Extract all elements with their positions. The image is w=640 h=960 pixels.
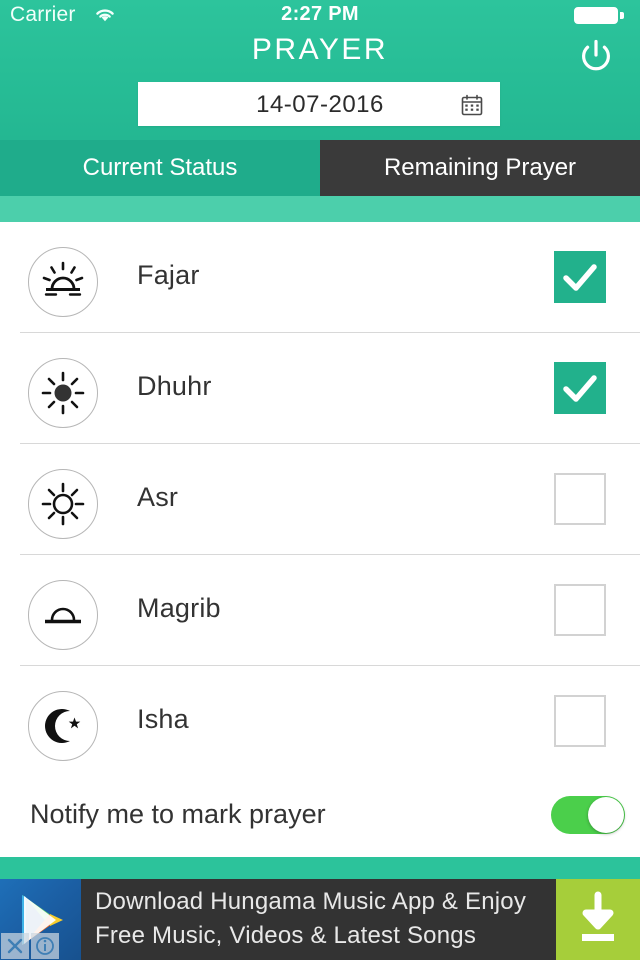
tab-bar: Current Status Remaining Prayer (0, 140, 640, 196)
ad-text: Download Hungama Music App & Enjoy Free … (95, 885, 535, 953)
clock-label: 2:27 PM (281, 3, 359, 25)
sun-filled-icon (28, 358, 98, 428)
tab-current-status[interactable]: Current Status (0, 140, 320, 196)
prayer-name: Asr (137, 482, 179, 512)
prayer-checkbox-dhuhr[interactable] (554, 362, 606, 414)
page-title: PRAYER (251, 33, 389, 66)
table-row[interactable]: Isha (0, 666, 640, 777)
table-row[interactable]: Dhuhr (0, 333, 640, 444)
ad-banner[interactable]: Download Hungama Music App & Enjoy Free … (0, 879, 640, 960)
calendar-icon[interactable] (461, 94, 483, 116)
prayer-name: Magrib (137, 593, 221, 623)
status-bar: Carrier 2:27 PM (0, 0, 640, 28)
sunrise-icon (28, 247, 98, 317)
close-icon[interactable] (1, 933, 29, 959)
prayer-checkbox-asr[interactable] (554, 473, 606, 525)
date-value[interactable]: 14-07-2016 (139, 83, 501, 127)
ad-line-2: Free Music, Videos & Latest Songs (95, 922, 477, 949)
app-header: Carrier 2:27 PM PRAYER 14-07-2016 (0, 0, 640, 140)
tab-underline-strip (0, 196, 640, 222)
table-row[interactable]: Magrib (0, 555, 640, 666)
tab-current-status-label: Current Status (82, 154, 238, 181)
download-arrow-icon[interactable] (556, 879, 640, 960)
prayer-checkbox-isha[interactable] (554, 695, 606, 747)
prayer-name: Isha (137, 704, 189, 734)
table-row[interactable]: Asr (0, 444, 640, 555)
battery-nub-icon (620, 12, 624, 19)
sunset-icon (28, 580, 98, 650)
prayer-list: Fajar Dhuhr Asr Magrib Isha (0, 222, 640, 857)
ad-line-1: Download Hungama Music App & Enjoy (95, 888, 527, 915)
prayer-checkbox-fajar[interactable] (554, 251, 606, 303)
date-input[interactable]: 14-07-2016 (138, 82, 500, 126)
notify-toggle[interactable] (551, 796, 625, 834)
crescent-moon-star-icon (28, 691, 98, 761)
sun-outline-icon (28, 469, 98, 539)
power-icon[interactable] (574, 33, 618, 77)
bottom-accent-bar (0, 857, 640, 879)
tab-remaining-prayer-label: Remaining Prayer (383, 154, 577, 181)
battery-full-icon (574, 7, 618, 24)
notify-row: Notify me to mark prayer (0, 773, 640, 857)
tab-remaining-prayer[interactable]: Remaining Prayer (320, 140, 640, 196)
table-row[interactable]: Fajar (0, 222, 640, 333)
toggle-knob (588, 797, 624, 833)
notify-label: Notify me to mark prayer (30, 799, 326, 829)
prayer-checkbox-magrib[interactable] (554, 584, 606, 636)
prayer-name: Dhuhr (137, 371, 212, 401)
prayer-name: Fajar (137, 260, 200, 290)
info-icon[interactable] (31, 933, 59, 959)
prayer-app-screen: Carrier 2:27 PM PRAYER 14-07-2016 Curren… (0, 0, 640, 960)
